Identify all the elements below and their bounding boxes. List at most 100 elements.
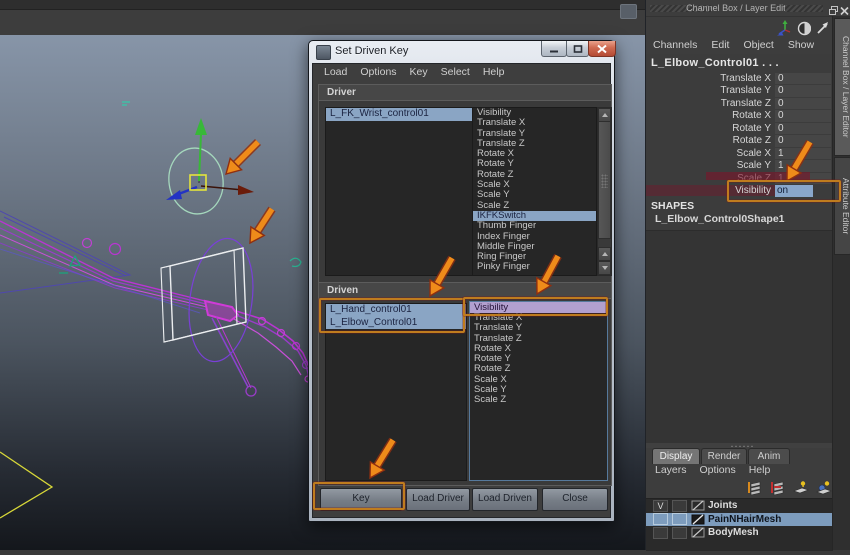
load-driven-button[interactable]: Load Driven <box>472 488 538 511</box>
layer-row-joints[interactable]: V Joints <box>646 499 833 513</box>
layer-name[interactable]: BodyMesh <box>708 527 759 538</box>
close-button[interactable] <box>588 41 616 57</box>
menu-load[interactable]: Load <box>324 66 347 81</box>
channel-label[interactable]: Scale Y <box>646 160 775 171</box>
annotation-box-driven-objects <box>319 298 465 333</box>
yellow-control-wireframe <box>0 452 52 518</box>
tab-display[interactable]: Display <box>652 448 700 464</box>
driver-attribute-item[interactable]: Pinky Finger <box>473 262 596 272</box>
channel-value[interactable]: 1 <box>775 148 831 160</box>
layer-playback-toggle[interactable] <box>672 527 687 539</box>
channel-value[interactable]: 0 <box>775 73 831 85</box>
channel-value[interactable]: 1 <box>775 160 831 172</box>
menu-layer-help[interactable]: Help <box>749 464 771 476</box>
channel-label[interactable]: Translate Y <box>646 85 775 96</box>
pick-arrow-icon[interactable] <box>815 20 829 37</box>
set-driven-key-dialog: Set Driven Key Load Options Key Select H… <box>308 40 615 522</box>
channel-label[interactable]: Rotate Y <box>646 123 775 134</box>
channel-value[interactable]: 0 <box>775 110 831 122</box>
driver-list-scrollbar[interactable] <box>597 107 612 276</box>
driver-group: Driver L_FK_Wrist_control01 Visibility T… <box>318 84 612 283</box>
x-axis-arrow[interactable] <box>238 185 254 195</box>
dialog-menubar: Load Options Key Select Help <box>313 66 621 81</box>
layer-playback-toggle[interactable] <box>672 500 687 512</box>
layer-row-painnhairmesh[interactable]: PainNHairMesh <box>646 513 833 527</box>
drag-grip[interactable] <box>785 5 823 12</box>
menu-options[interactable]: Options <box>360 66 396 81</box>
tab-channel-box-layer-editor[interactable]: Channel Box / Layer Editor <box>834 18 850 156</box>
shape-node-name[interactable]: L_Elbow_Control0Shape1 <box>655 213 785 225</box>
driven-attribute-list[interactable]: Visibility Translate X Translate Y Trans… <box>469 301 608 481</box>
channel-box-menubar: Channels Edit Object Show <box>653 39 814 51</box>
scroll-up-button[interactable] <box>598 247 611 261</box>
restore-panel-icon[interactable] <box>829 3 838 13</box>
channel-label[interactable]: Translate Z <box>646 98 775 109</box>
viewport-corner-icon[interactable] <box>620 4 637 19</box>
minimize-button[interactable] <box>541 41 567 57</box>
menu-edit[interactable]: Edit <box>711 39 729 51</box>
menu-select[interactable]: Select <box>441 66 470 81</box>
tab-attribute-editor[interactable]: Attribute Editor <box>834 157 850 255</box>
layer-color-swatch[interactable] <box>691 514 705 525</box>
close-dialog-button[interactable]: Close <box>542 488 608 511</box>
new-layer-from-selected-icon[interactable] <box>769 480 787 496</box>
driver-group-header: Driver <box>319 85 611 101</box>
y-axis-arrow[interactable] <box>195 118 207 135</box>
menu-object[interactable]: Object <box>743 39 773 51</box>
channel-label[interactable]: Scale X <box>646 148 775 159</box>
channel-object-name[interactable]: L_Elbow_Control01 . . . <box>651 57 779 69</box>
layer-color-swatch[interactable] <box>691 527 705 538</box>
channel-row: Translate Z0 <box>646 97 833 110</box>
channel-value[interactable]: 0 <box>775 98 831 110</box>
layer-playback-toggle[interactable] <box>672 513 687 525</box>
tab-render[interactable]: Render <box>701 448 747 464</box>
channel-row: Translate X0 <box>646 72 833 85</box>
scroll-down-button[interactable] <box>598 261 611 275</box>
z-axis-arrow[interactable] <box>166 190 182 200</box>
channel-value[interactable]: 0 <box>775 135 831 147</box>
channel-label[interactable]: Translate X <box>646 73 775 84</box>
driver-attribute-list[interactable]: Visibility Translate X Translate Y Trans… <box>472 107 597 276</box>
scroll-thumb[interactable] <box>598 121 611 239</box>
annotation-box-channel-visibility <box>727 180 841 202</box>
menu-show[interactable]: Show <box>788 39 814 51</box>
layer-color-swatch[interactable] <box>691 500 705 511</box>
layer-visibility-toggle[interactable] <box>653 513 668 525</box>
layer-name[interactable]: Joints <box>708 500 737 511</box>
panel-titlebar[interactable]: Channel Box / Layer Editor <box>646 0 850 17</box>
tab-anim[interactable]: Anim <box>748 448 790 464</box>
maya-workspace: { "colors":{"annotation_orange":"#ef8b1a… <box>0 0 850 550</box>
layer-visibility-toggle[interactable] <box>653 527 668 539</box>
scroll-up-button[interactable] <box>598 108 611 122</box>
close-panel-icon[interactable] <box>840 3 849 13</box>
channel-value[interactable]: 0 <box>775 123 831 135</box>
move-manipulator[interactable] <box>165 118 254 217</box>
maximize-button[interactable] <box>566 41 589 57</box>
new-empty-layer-icon[interactable] <box>746 480 764 496</box>
layer-row-bodymesh[interactable]: BodyMesh <box>646 526 833 540</box>
channel-label[interactable]: Rotate Z <box>646 135 775 146</box>
layer-name[interactable]: PainNHairMesh <box>708 514 781 525</box>
channel-row: Rotate Z0 <box>646 135 833 148</box>
menu-layer-options[interactable]: Options <box>700 464 736 476</box>
new-display-layer-icon[interactable] <box>792 480 810 496</box>
menu-channels[interactable]: Channels <box>653 39 697 51</box>
load-driver-button[interactable]: Load Driver <box>406 488 470 511</box>
menu-layers[interactable]: Layers <box>655 464 687 476</box>
speed-dial-icon[interactable] <box>797 20 811 37</box>
channel-row: Scale Y1 <box>646 160 833 173</box>
channel-value[interactable]: 0 <box>775 85 831 97</box>
maya-window-icon <box>316 45 331 60</box>
move-manipulator-icon[interactable] <box>777 20 793 37</box>
toolbar-strip <box>0 0 645 10</box>
driven-attribute-item[interactable]: Scale Z <box>470 395 607 405</box>
channel-row: Translate Y0 <box>646 85 833 98</box>
channel-label[interactable]: Rotate X <box>646 110 775 121</box>
menu-help[interactable]: Help <box>483 66 505 81</box>
layer-visibility-toggle[interactable]: V <box>653 500 668 512</box>
driver-object-list[interactable]: L_FK_Wrist_control01 <box>325 107 473 276</box>
menu-key[interactable]: Key <box>410 66 428 81</box>
driver-object-item[interactable]: L_FK_Wrist_control01 <box>326 108 472 121</box>
dialog-content: Load Options Key Select Help Driver L_FK… <box>312 63 611 518</box>
new-render-layer-icon[interactable] <box>815 480 833 496</box>
